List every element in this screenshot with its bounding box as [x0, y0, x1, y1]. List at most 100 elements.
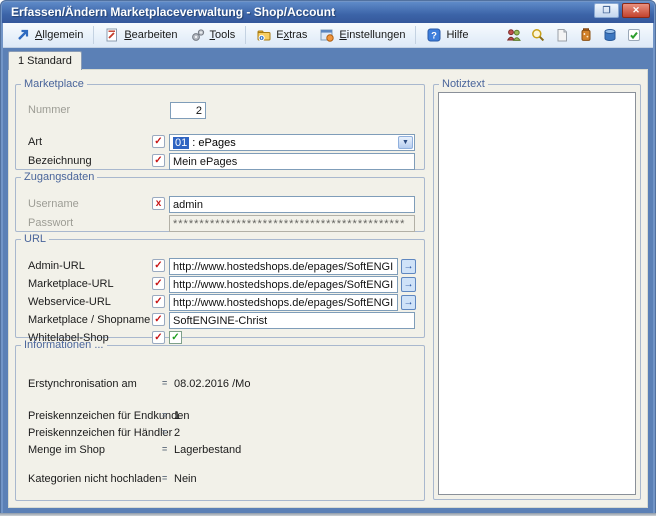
title-bar: Erfassen/Ändern Marketplaceverwaltung - … [2, 2, 654, 23]
database-icon[interactable] [601, 27, 618, 44]
toolbar-label: Allgemein [35, 29, 83, 41]
info-label: Menge im Shop [28, 444, 105, 456]
required-check-icon[interactable]: ✓ [152, 295, 165, 308]
nummer-label: Nummer [28, 104, 70, 116]
bezeichnung-input[interactable] [169, 153, 415, 170]
info-row: Preiskennzeichen für Endkunden 1 [16, 408, 424, 425]
passwort-label: Passwort [28, 217, 73, 229]
main-area: 1 Standard Marketplace Nummer Art ✓ 01 :… [3, 48, 653, 513]
group-title: Informationen ... [21, 339, 107, 351]
toolbar-item-allgemein[interactable]: Allgemein [9, 25, 89, 45]
arrow-up-right-icon [15, 27, 31, 43]
toolbar-label: Extras [276, 29, 307, 41]
row-art: Art ✓ 01 : ePages ▼ [16, 134, 424, 151]
username-label: Username [28, 198, 79, 210]
toolbar-label: Bearbeiten [124, 29, 177, 41]
gears-icon [190, 27, 206, 43]
group-title: Marketplace [21, 78, 87, 90]
webservice-url-input[interactable] [169, 294, 398, 311]
open-url-icon[interactable]: → [401, 259, 416, 274]
info-label: Preiskennzeichen für Händler [28, 427, 172, 439]
required-check-icon[interactable]: ✓ [152, 259, 165, 272]
art-dropdown[interactable]: 01 : ePages ▼ [169, 134, 415, 151]
equals-icon [162, 473, 167, 483]
row-admin-url: Admin-URL ✓ → [16, 258, 424, 275]
passwort-input [169, 215, 415, 232]
required-check-icon[interactable]: ✓ [152, 135, 165, 148]
help-icon: ? [426, 27, 442, 43]
row-nummer: Nummer [16, 102, 424, 119]
restore-icon: ❐ [602, 5, 610, 16]
close-icon: ✕ [632, 5, 640, 16]
nummer-input[interactable] [170, 102, 206, 119]
info-label: Kategorien nicht hochladen [28, 473, 161, 485]
toolbar-item-extras[interactable]: Extras [250, 25, 313, 45]
admin-url-label: Admin-URL [28, 260, 85, 272]
info-row: Kategorien nicht hochladen Nein [16, 471, 424, 488]
required-x-icon[interactable]: x [152, 197, 165, 210]
toolbar-separator [93, 26, 94, 44]
info-label: Erstynchronisation am [28, 378, 137, 390]
package-icon[interactable] [577, 27, 594, 44]
toolbar-label: Einstellungen [339, 29, 405, 41]
svg-text:?: ? [432, 31, 438, 42]
art-selected-code: 01 [173, 137, 189, 149]
shopname-input[interactable] [169, 312, 415, 329]
ok-icon[interactable] [625, 27, 642, 44]
toolbar-separator [415, 26, 416, 44]
equals-icon [162, 378, 167, 388]
required-check-icon[interactable]: ✓ [152, 277, 165, 290]
row-shopname: Marketplace / Shopname ✓ [16, 312, 424, 329]
group-notiztext: Notiztext [433, 78, 641, 500]
art-value: : ePages [189, 137, 235, 149]
group-title: URL [21, 233, 49, 245]
info-value: 1 [174, 410, 180, 422]
group-marketplace: Marketplace Nummer Art ✓ 01 : ePages ▼ [15, 78, 425, 170]
toolbar-item-hilfe[interactable]: ? Hilfe [420, 25, 474, 45]
shopname-label: Marketplace / Shopname [28, 314, 150, 326]
dropdown-arrow-icon[interactable]: ▼ [398, 136, 413, 149]
marketplace-url-input[interactable] [169, 276, 398, 293]
info-value: 08.02.2016 /Mo [174, 378, 250, 390]
group-title: Notiztext [439, 78, 488, 90]
toolbar-right-icons [505, 27, 647, 44]
tab-standard[interactable]: 1 Standard [8, 51, 82, 70]
open-url-icon[interactable]: → [401, 277, 416, 292]
folder-info-icon [256, 27, 272, 43]
equals-icon [162, 444, 167, 454]
toolbar-item-tools[interactable]: Tools [184, 25, 242, 45]
row-webservice-url: Webservice-URL ✓ → [16, 294, 424, 311]
info-row: Erstynchronisation am 08.02.2016 /Mo [16, 376, 424, 393]
document-icon[interactable] [553, 27, 570, 44]
info-value: 2 [174, 427, 180, 439]
dialog-window: Erfassen/Ändern Marketplaceverwaltung - … [0, 0, 656, 516]
window-controls: ❐ ✕ [594, 3, 650, 18]
settings-window-icon [319, 27, 335, 43]
group-informationen: Informationen ... Erstynchronisation am … [15, 339, 425, 501]
webservice-url-label: Webservice-URL [28, 296, 111, 308]
tab-label: 1 Standard [18, 55, 72, 67]
equals-icon [162, 410, 167, 420]
group-zugangsdaten: Zugangsdaten Username x Passwort [15, 171, 425, 232]
search-icon[interactable] [529, 27, 546, 44]
equals-icon [162, 427, 167, 437]
close-button[interactable]: ✕ [622, 3, 650, 18]
info-value: Lagerbestand [174, 444, 241, 456]
row-passwort: Passwort [16, 215, 424, 232]
username-input[interactable] [169, 196, 415, 213]
required-check-icon[interactable]: ✓ [152, 313, 165, 326]
toolbar-item-einstellungen[interactable]: Einstellungen [313, 25, 411, 45]
info-value: Nein [174, 473, 197, 485]
required-check-icon[interactable]: ✓ [152, 154, 165, 167]
restore-button[interactable]: ❐ [594, 3, 619, 18]
open-url-icon[interactable]: → [401, 295, 416, 310]
toolbar-item-bearbeiten[interactable]: Bearbeiten [98, 25, 183, 45]
group-title: Zugangsdaten [21, 171, 97, 183]
row-username: Username x [16, 196, 424, 213]
row-marketplace-url: Marketplace-URL ✓ → [16, 276, 424, 293]
toolbar-separator [245, 26, 246, 44]
admin-url-input[interactable] [169, 258, 398, 275]
group-url: URL Admin-URL ✓ → Marketplace-URL ✓ [15, 233, 425, 338]
users-icon[interactable] [505, 27, 522, 44]
notiztext-area[interactable] [438, 92, 636, 495]
